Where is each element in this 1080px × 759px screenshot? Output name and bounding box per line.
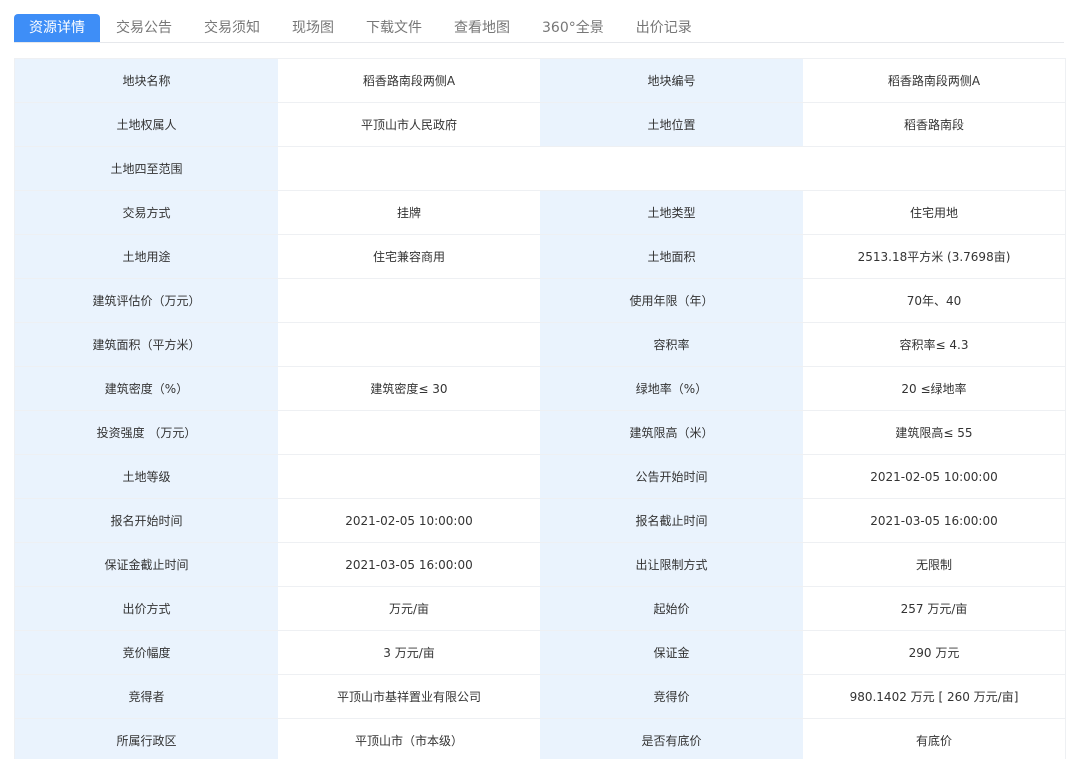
field-label: 竞得价 — [540, 674, 803, 719]
field-label: 报名开始时间 — [15, 498, 278, 543]
field-value: 建筑限高≤ 55 — [803, 410, 1065, 455]
table-row: 土地用途 住宅兼容商用 土地面积 2513.18平方米 (3.7698亩) — [15, 234, 1065, 279]
field-label: 竞价幅度 — [15, 630, 278, 675]
field-value: 稻香路南段两侧A — [803, 59, 1065, 103]
field-label: 报名截止时间 — [540, 498, 803, 543]
field-label: 土地位置 — [540, 102, 803, 147]
table-row: 土地等级 公告开始时间 2021-02-05 10:00:00 — [15, 454, 1065, 499]
field-value: 2021-03-05 16:00:00 — [278, 542, 540, 587]
field-value: 3 万元/亩 — [278, 630, 540, 675]
field-label: 绿地率（%） — [540, 366, 803, 411]
field-label: 地块编号 — [540, 59, 803, 103]
field-label: 起始价 — [540, 586, 803, 631]
field-value — [278, 278, 540, 323]
field-label: 容积率 — [540, 322, 803, 367]
field-value — [278, 322, 540, 367]
table-row: 投资强度 （万元） 建筑限高（米） 建筑限高≤ 55 — [15, 410, 1065, 455]
tab-trade-notice[interactable]: 交易须知 — [188, 14, 276, 42]
field-value: 稻香路南段 — [803, 102, 1065, 147]
field-label: 是否有底价 — [540, 718, 803, 759]
field-label: 土地类型 — [540, 190, 803, 235]
detail-tabs: 资源详情 交易公告 交易须知 现场图 下载文件 查看地图 360°全景 出价记录 — [14, 14, 1064, 43]
field-label: 交易方式 — [15, 190, 278, 235]
field-value: 挂牌 — [278, 190, 540, 235]
field-value: 2021-02-05 10:00:00 — [803, 454, 1065, 499]
field-value: 20 ≤绿地率 — [803, 366, 1065, 411]
field-label: 地块名称 — [15, 59, 278, 103]
field-value: 万元/亩 — [278, 586, 540, 631]
table-row: 保证金截止时间 2021-03-05 16:00:00 出让限制方式 无限制 — [15, 542, 1065, 587]
field-value: 平顶山市人民政府 — [278, 102, 540, 147]
field-label: 土地权属人 — [15, 102, 278, 147]
field-label: 建筑面积（平方米） — [15, 322, 278, 367]
field-value — [278, 454, 540, 499]
field-label: 公告开始时间 — [540, 454, 803, 499]
table-row: 土地四至范围 — [15, 146, 1065, 191]
table-row: 报名开始时间 2021-02-05 10:00:00 报名截止时间 2021-0… — [15, 498, 1065, 543]
field-label: 投资强度 （万元） — [15, 410, 278, 455]
tab-bid-records[interactable]: 出价记录 — [620, 14, 708, 42]
field-label: 土地面积 — [540, 234, 803, 279]
tab-view-map[interactable]: 查看地图 — [438, 14, 526, 42]
field-value: 290 万元 — [803, 630, 1065, 675]
field-value — [278, 146, 1065, 191]
field-label: 出让限制方式 — [540, 542, 803, 587]
field-label: 竞得者 — [15, 674, 278, 719]
field-value: 稻香路南段两侧A — [278, 59, 540, 103]
field-value: 建筑密度≤ 30 — [278, 366, 540, 411]
table-row: 地块名称 稻香路南段两侧A 地块编号 稻香路南段两侧A — [15, 59, 1065, 103]
table-row: 建筑评估价（万元） 使用年限（年） 70年、40 — [15, 278, 1065, 323]
field-value: 平顶山市（市本级） — [278, 718, 540, 759]
field-label: 土地等级 — [15, 454, 278, 499]
tab-site-photos[interactable]: 现场图 — [276, 14, 350, 42]
table-row: 出价方式 万元/亩 起始价 257 万元/亩 — [15, 586, 1065, 631]
table-row: 建筑密度（%） 建筑密度≤ 30 绿地率（%） 20 ≤绿地率 — [15, 366, 1065, 411]
field-value: 无限制 — [803, 542, 1065, 587]
field-label: 保证金截止时间 — [15, 542, 278, 587]
field-value — [278, 410, 540, 455]
field-value: 2513.18平方米 (3.7698亩) — [803, 234, 1065, 279]
resource-detail-table: 地块名称 稻香路南段两侧A 地块编号 稻香路南段两侧A 土地权属人 平顶山市人民… — [14, 58, 1066, 759]
field-label: 建筑限高（米） — [540, 410, 803, 455]
field-label: 土地四至范围 — [15, 146, 278, 191]
field-label: 建筑密度（%） — [15, 366, 278, 411]
field-label: 出价方式 — [15, 586, 278, 631]
field-value: 容积率≤ 4.3 — [803, 322, 1065, 367]
tab-trade-announcement[interactable]: 交易公告 — [100, 14, 188, 42]
field-value: 980.1402 万元 [ 260 万元/亩] — [803, 674, 1065, 719]
table-row: 所属行政区 平顶山市（市本级） 是否有底价 有底价 — [15, 718, 1065, 759]
field-label: 使用年限（年） — [540, 278, 803, 323]
field-value: 住宅兼容商用 — [278, 234, 540, 279]
table-row: 土地权属人 平顶山市人民政府 土地位置 稻香路南段 — [15, 102, 1065, 147]
field-value: 257 万元/亩 — [803, 586, 1065, 631]
field-label: 建筑评估价（万元） — [15, 278, 278, 323]
tab-download-files[interactable]: 下载文件 — [350, 14, 438, 42]
table-row: 交易方式 挂牌 土地类型 住宅用地 — [15, 190, 1065, 235]
table-row: 竞得者 平顶山市基祥置业有限公司 竞得价 980.1402 万元 [ 260 万… — [15, 674, 1065, 719]
tab-resource-detail[interactable]: 资源详情 — [14, 14, 100, 42]
table-row: 竞价幅度 3 万元/亩 保证金 290 万元 — [15, 630, 1065, 675]
tab-panorama[interactable]: 360°全景 — [526, 14, 620, 42]
field-value: 2021-02-05 10:00:00 — [278, 498, 540, 543]
field-value: 70年、40 — [803, 278, 1065, 323]
table-row: 建筑面积（平方米） 容积率 容积率≤ 4.3 — [15, 322, 1065, 367]
field-label: 所属行政区 — [15, 718, 278, 759]
field-value: 住宅用地 — [803, 190, 1065, 235]
field-label: 土地用途 — [15, 234, 278, 279]
field-value: 平顶山市基祥置业有限公司 — [278, 674, 540, 719]
field-label: 保证金 — [540, 630, 803, 675]
field-value: 有底价 — [803, 718, 1065, 759]
field-value: 2021-03-05 16:00:00 — [803, 498, 1065, 543]
